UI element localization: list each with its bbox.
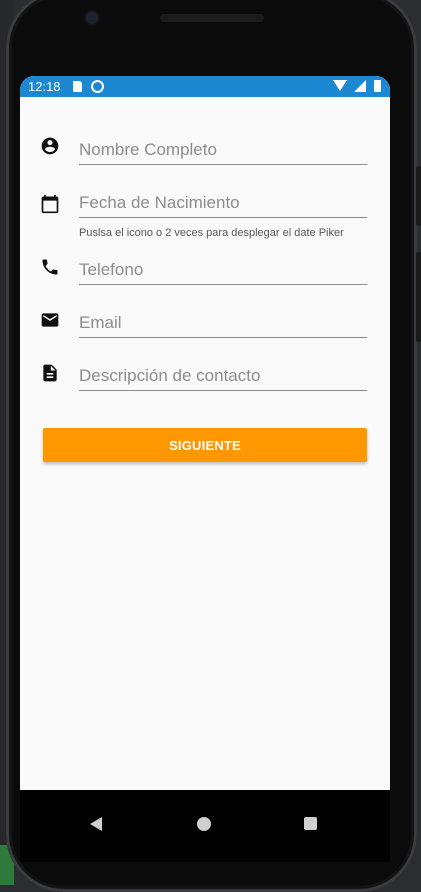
wifi-icon: [333, 80, 347, 91]
descripcion-contacto-field[interactable]: [79, 362, 367, 392]
telefono-field[interactable]: [79, 256, 367, 286]
sync-icon: [91, 80, 104, 93]
email-field[interactable]: [79, 309, 367, 339]
signal-icon: [354, 80, 366, 92]
email-icon: [41, 313, 59, 327]
status-time: 12:18: [28, 79, 61, 94]
power-button: [416, 252, 421, 342]
android-nav-bar: [20, 790, 390, 862]
calendar-icon[interactable]: [40, 194, 60, 214]
descripcion-contacto-input[interactable]: [79, 362, 367, 392]
fecha-nacimiento-input[interactable]: [79, 189, 367, 219]
email-input[interactable]: [79, 309, 367, 339]
front-camera: [86, 12, 98, 24]
back-icon[interactable]: [90, 817, 102, 831]
fecha-nacimiento-field[interactable]: [79, 189, 367, 219]
sd-card-icon: [73, 81, 82, 92]
telefono-input[interactable]: [79, 256, 367, 286]
volume-button: [416, 166, 421, 226]
home-icon[interactable]: [197, 817, 211, 831]
nombre-completo-field[interactable]: [79, 136, 367, 166]
date-picker-hint: Puslsa el icono o 2 veces para desplegar…: [79, 227, 344, 239]
recents-icon[interactable]: [304, 817, 317, 830]
status-bar: 12:18: [20, 76, 390, 97]
earpiece-speaker: [160, 14, 264, 22]
phone-icon: [42, 259, 58, 275]
account-circle-icon: [41, 137, 59, 155]
battery-icon: [374, 80, 381, 92]
app-screen: 12:18 Puslsa el icono o 2 veces para des…: [20, 76, 390, 790]
nombre-completo-input[interactable]: [79, 136, 367, 166]
document-icon: [43, 364, 57, 382]
siguiente-button[interactable]: SIGUIENTE: [43, 428, 367, 462]
